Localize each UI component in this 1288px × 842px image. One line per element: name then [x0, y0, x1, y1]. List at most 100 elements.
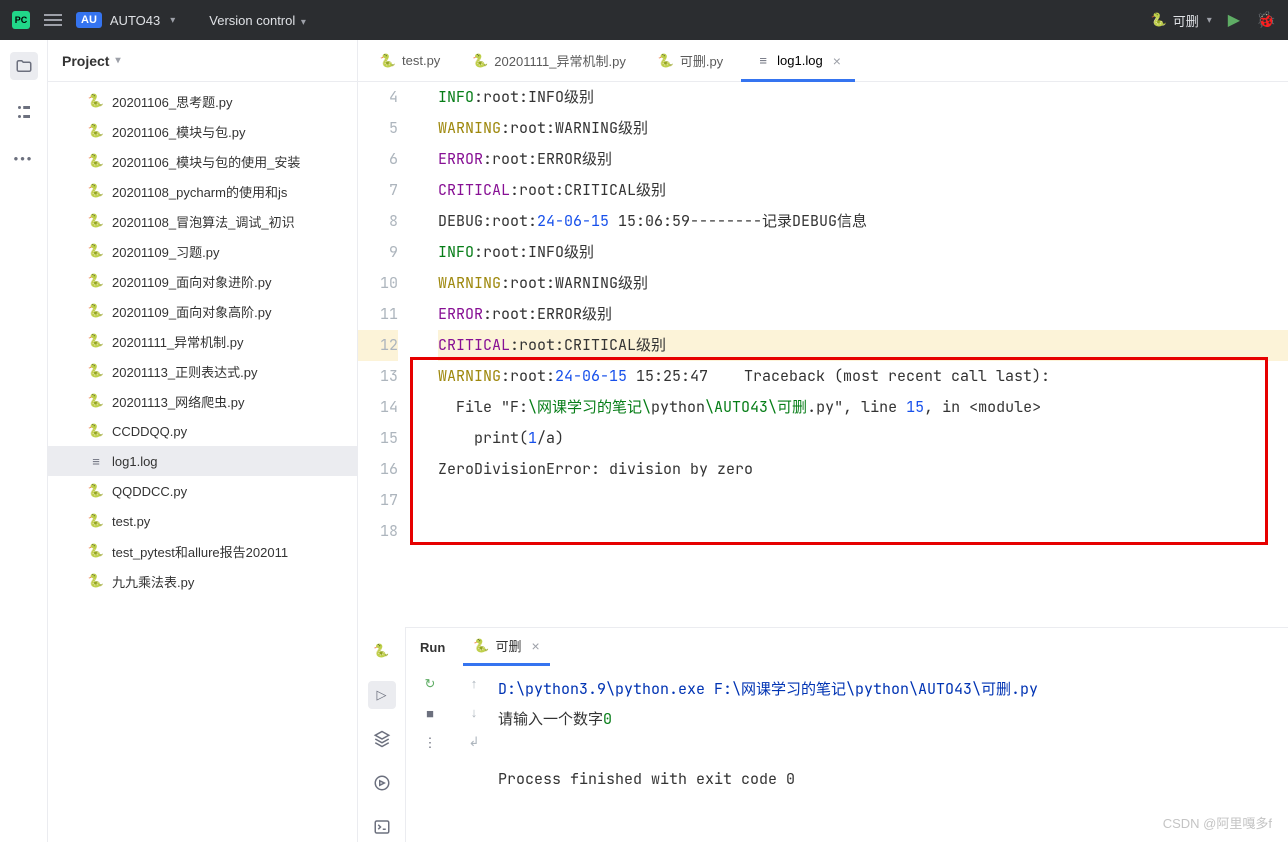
- log-file-icon: ≡: [755, 53, 771, 69]
- run-nav: ↑ ↓ ↲: [454, 666, 494, 842]
- tree-item[interactable]: 🐍九九乘法表.py: [48, 566, 357, 596]
- tree-item[interactable]: 🐍 20201106_模块与包.py: [48, 116, 357, 146]
- code-line[interactable]: WARNING:root:WARNING级别: [438, 113, 1288, 144]
- python-icon: 🐍: [473, 638, 489, 654]
- more-icon[interactable]: ⋮: [424, 735, 437, 751]
- file-name: 20201109_习题.py: [112, 242, 219, 261]
- run-tab[interactable]: 🐍 可删 ×: [463, 628, 549, 666]
- file-name: 20201113_网络爬虫.py: [112, 392, 244, 411]
- tree-item[interactable]: 🐍CCDDQQ.py: [48, 416, 357, 446]
- layers-icon[interactable]: [368, 725, 396, 753]
- project-tool-icon[interactable]: [10, 52, 38, 80]
- code-line[interactable]: WARNING:root:WARNING级别: [438, 268, 1288, 299]
- tree-item[interactable]: 🐍 20201109_面向对象高阶.py: [48, 296, 357, 326]
- python-file-icon: 🐍: [88, 303, 104, 319]
- editor-tab[interactable]: ≡log1.log×: [741, 40, 855, 81]
- code-line[interactable]: File "F:\网课学习的笔记\python\AUTO43\可删.py", l…: [438, 392, 1288, 423]
- down-icon[interactable]: ↓: [471, 705, 478, 720]
- up-icon[interactable]: ↑: [471, 676, 478, 691]
- main-menu-icon[interactable]: [44, 14, 62, 26]
- structure-tool-icon[interactable]: [10, 98, 38, 126]
- tree-item[interactable]: 🐍 20201111_异常机制.py: [48, 326, 357, 356]
- chevron-down-icon: ▾: [1207, 15, 1212, 26]
- python-file-icon: 🐍: [88, 123, 104, 139]
- run-tool-stripe: 🐍 ▷: [358, 627, 406, 842]
- code-line[interactable]: WARNING:root:24-06-15 15:25:47 Traceback…: [438, 361, 1288, 392]
- tree-item[interactable]: 🐍 20201109_面向对象进阶.py: [48, 266, 357, 296]
- tree-item[interactable]: 🐍test_pytest和allure报告202011: [48, 536, 357, 566]
- app-icon: PC: [12, 11, 30, 29]
- code-area[interactable]: INFO:root:INFO级别WARNING:root:WARNING级别ER…: [416, 82, 1288, 627]
- more-tools-icon[interactable]: •••: [10, 144, 38, 172]
- code-line[interactable]: ZeroDivisionError: division by zero: [438, 454, 1288, 485]
- project-panel-header[interactable]: Project ▾: [48, 40, 357, 82]
- python-file-icon: 🐍: [380, 53, 396, 69]
- version-control-menu[interactable]: Version control ▾: [209, 13, 306, 28]
- chevron-down-icon: ▾: [301, 17, 306, 28]
- services-icon[interactable]: [368, 769, 396, 797]
- run-button[interactable]: ▶: [1228, 10, 1240, 30]
- file-name: 20201106_模块与包.py: [112, 122, 245, 141]
- code-line[interactable]: CRITICAL:root:CRITICAL级别: [438, 175, 1288, 206]
- wrap-icon[interactable]: ↲: [469, 734, 480, 750]
- python-icon: 🐍: [1151, 12, 1167, 28]
- file-name: 20201109_面向对象高阶.py: [112, 302, 271, 321]
- debug-button[interactable]: 🐞: [1256, 10, 1276, 30]
- editor-tab[interactable]: 🐍可删.py: [644, 40, 737, 81]
- close-icon[interactable]: ×: [833, 53, 841, 69]
- file-name: log1.log: [112, 454, 158, 469]
- python-file-icon: 🐍: [88, 573, 104, 589]
- watermark: CSDN @阿里嘎多f: [1163, 813, 1272, 832]
- tree-item[interactable]: 🐍20201106_模块与包的使用_安装: [48, 146, 357, 176]
- code-line[interactable]: [438, 485, 1288, 516]
- file-name: 20201113_正则表达式.py: [112, 362, 257, 381]
- file-name: 20201111_异常机制.py: [112, 332, 244, 351]
- file-name: 20201109_面向对象进阶.py: [112, 272, 271, 291]
- run-tool-icon[interactable]: ▷: [368, 681, 396, 709]
- python-file-icon: 🐍: [88, 333, 104, 349]
- file-name: test.py: [112, 514, 150, 529]
- python-file-icon: 🐍: [88, 273, 104, 289]
- run-toolbar: ↻ ■ ⋮: [406, 666, 454, 842]
- tree-item[interactable]: 🐍test.py: [48, 506, 357, 536]
- code-line[interactable]: CRITICAL:root:CRITICAL级别: [438, 330, 1288, 361]
- file-name: QQDDCC.py: [112, 484, 187, 499]
- code-line[interactable]: ERROR:root:ERROR级别: [438, 299, 1288, 330]
- stop-icon[interactable]: ■: [426, 706, 434, 721]
- log-file-icon: ≡: [88, 453, 104, 469]
- python-file-icon: 🐍: [472, 53, 488, 69]
- tree-item[interactable]: 🐍 20201113_网络爬虫.py: [48, 386, 357, 416]
- project-tree[interactable]: 🐍20201106_思考题.py🐍20201106_模块与包.py🐍202011…: [48, 82, 357, 842]
- rerun-icon[interactable]: ↻: [425, 676, 436, 692]
- editor-tab[interactable]: 🐍20201111_异常机制.py: [458, 40, 640, 81]
- editor-tab[interactable]: 🐍test.py: [366, 40, 454, 81]
- code-line[interactable]: DEBUG:root:24-06-15 15:06:59--------记录DE…: [438, 206, 1288, 237]
- tree-item[interactable]: 🐍 20201109_习题.py: [48, 236, 357, 266]
- python-file-icon: 🐍: [88, 393, 104, 409]
- project-panel: Project ▾ 🐍20201106_思考题.py🐍20201106_模块与包…: [48, 40, 358, 842]
- tree-item[interactable]: 🐍20201108_冒泡算法_调试_初识: [48, 206, 357, 236]
- close-icon[interactable]: ×: [531, 638, 539, 654]
- python-file-icon: 🐍: [88, 483, 104, 499]
- code-line[interactable]: INFO:root:INFO级别: [438, 82, 1288, 113]
- code-line[interactable]: print(1/a): [438, 423, 1288, 454]
- code-line[interactable]: ERROR:root:ERROR级别: [438, 144, 1288, 175]
- python-file-icon: 🐍: [88, 183, 104, 199]
- tree-item[interactable]: ≡ log1.log: [48, 446, 357, 476]
- code-line[interactable]: [438, 516, 1288, 547]
- tree-item[interactable]: 🐍20201108_pycharm的使用和js: [48, 176, 357, 206]
- tree-item[interactable]: 🐍 QQDDCC.py: [48, 476, 357, 506]
- editor[interactable]: 456789101112131415161718 INFO:root:INFO级…: [358, 82, 1288, 627]
- file-name: 20201106_思考题.py: [112, 92, 232, 111]
- file-name: CCDDQQ.py: [112, 424, 187, 439]
- tree-item[interactable]: 🐍20201113_正则表达式.py: [48, 356, 357, 386]
- code-line[interactable]: INFO:root:INFO级别: [438, 237, 1288, 268]
- python-file-icon: 🐍: [88, 243, 104, 259]
- python-console-icon[interactable]: 🐍: [368, 637, 396, 665]
- tree-item[interactable]: 🐍20201106_思考题.py: [48, 86, 357, 116]
- run-config-selector[interactable]: 🐍 可删 ▾: [1151, 11, 1212, 30]
- file-name: 20201106_模块与包的使用_安装: [112, 152, 300, 171]
- run-panel: Run 🐍 可删 × ↻ ■ ⋮ ↑ ↓: [406, 627, 1288, 842]
- project-name[interactable]: AUTO43: [110, 13, 160, 28]
- terminal-icon[interactable]: [368, 813, 396, 841]
